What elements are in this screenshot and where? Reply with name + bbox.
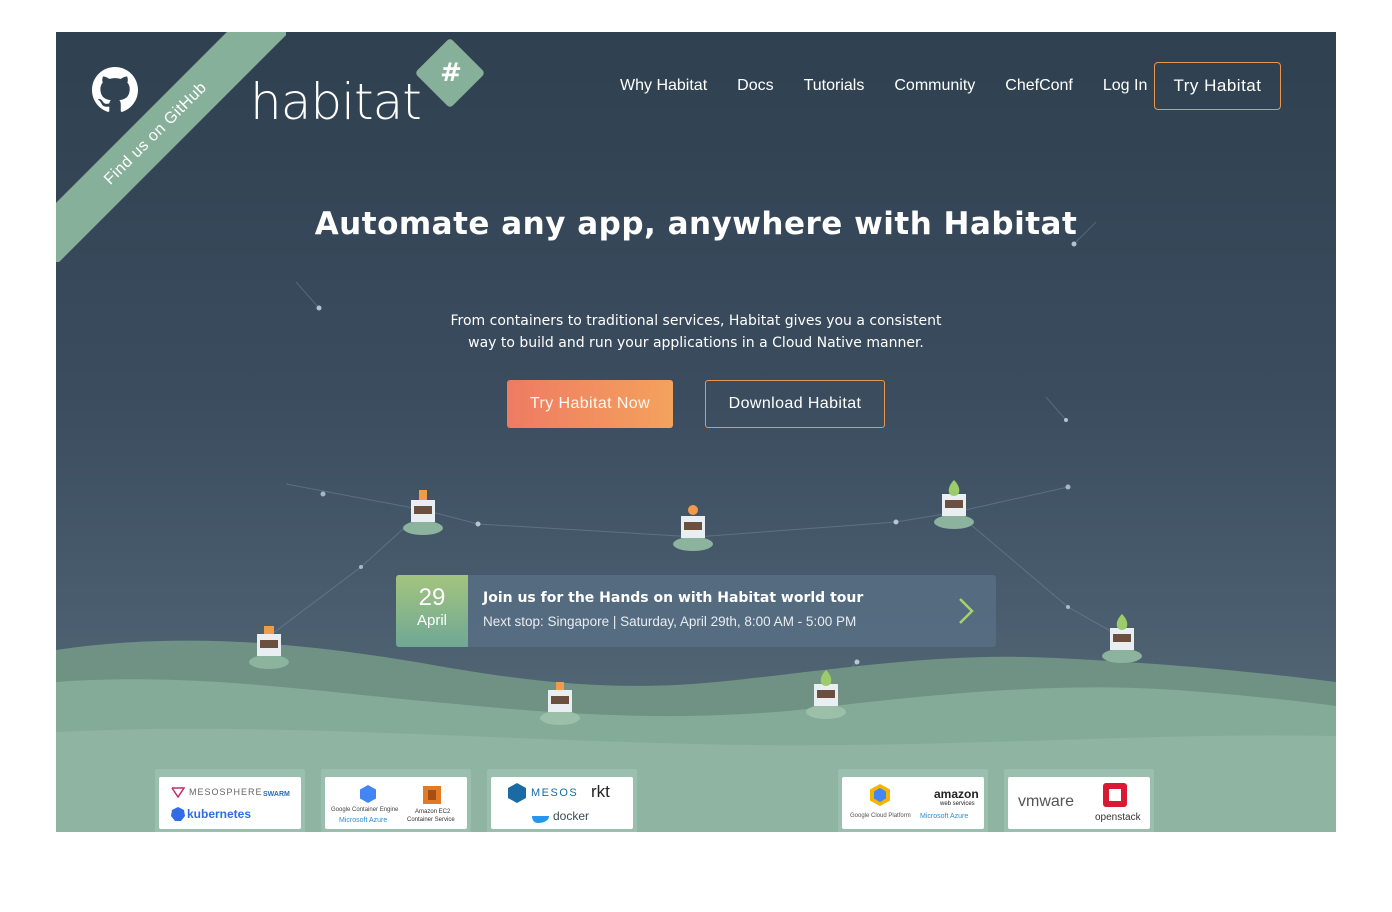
platform-card-body: MESOS rkt docker: [491, 777, 633, 829]
server-node-icon: [540, 682, 580, 725]
openstack-icon: [1103, 783, 1127, 807]
platform-card-gke-ec2: Google Container Engine Microsoft Azure …: [321, 769, 471, 832]
chevron-right-icon[interactable]: [956, 595, 976, 627]
platform-card-mesos-rkt-docker: MESOS rkt docker: [487, 769, 637, 832]
web-services-label: web services: [940, 801, 975, 807]
nav-tutorials[interactable]: Tutorials: [804, 77, 865, 95]
logo-hash-icon: #: [440, 58, 462, 88]
platform-card-body: MESOSPHERE kubernetes SWARM: [159, 777, 301, 829]
mesosphere-icon: [171, 787, 185, 798]
server-node-icon: [673, 505, 713, 551]
platform-card-body: Google Container Engine Microsoft Azure …: [325, 777, 467, 829]
vmware-label: vmware: [1018, 793, 1075, 810]
nav-log-in[interactable]: Log In: [1103, 77, 1147, 95]
mesosphere-logo: MESOSPHERE: [189, 787, 263, 797]
google-cloud-platform-icon: [870, 784, 890, 806]
habitat-logo[interactable]: # habitat: [250, 37, 490, 132]
server-node-icon: [249, 626, 289, 669]
event-banner[interactable]: 29 April Join us for the Hands on with H…: [396, 575, 996, 647]
try-habitat-now-button[interactable]: Try Habitat Now: [507, 380, 673, 428]
mesos-icon: [508, 783, 526, 803]
platform-card-body: vmware openstack: [1008, 777, 1150, 829]
server-node-icon: [403, 490, 443, 535]
try-habitat-nav-button[interactable]: Try Habitat: [1154, 62, 1281, 110]
platform-card-gcp-aws: Google Cloud Platform amazon web service…: [838, 769, 988, 832]
kubernetes-logo: kubernetes: [187, 807, 252, 821]
server-node-icon: [806, 670, 846, 719]
download-habitat-button[interactable]: Download Habitat: [705, 380, 885, 428]
microsoft-azure-label: Microsoft Azure: [920, 813, 969, 820]
google-cloud-platform-label: Google Cloud Platform: [850, 813, 911, 819]
platform-card-body: Google Cloud Platform amazon web service…: [842, 777, 984, 829]
event-day: 29: [418, 584, 446, 611]
openstack-label: openstack: [1095, 812, 1141, 823]
nav-docs[interactable]: Docs: [737, 77, 773, 95]
microsoft-azure-label: Microsoft Azure: [339, 817, 388, 824]
main-nav: Why Habitat Docs Tutorials Community Che…: [620, 62, 1177, 110]
nav-chefconf[interactable]: ChefConf: [1005, 77, 1073, 95]
amazon-ec2-icon: [423, 786, 441, 804]
server-node-icon: [934, 480, 974, 529]
rkt-label: rkt: [591, 782, 610, 801]
hero-headline: Automate any app, anywhere with Habitat: [314, 206, 1078, 242]
docker-label: docker: [553, 809, 590, 823]
container-service-label: Container Service: [407, 817, 455, 823]
platform-card-vmware-openstack: vmware openstack: [1004, 769, 1154, 832]
mesos-label: MESOS: [531, 787, 579, 799]
event-details: Next stop: Singapore | Saturday, April 2…: [483, 614, 857, 629]
event-title: Join us for the Hands on with Habitat wo…: [483, 590, 864, 606]
hero-section: Find us on GitHub # habitat Why Habitat …: [56, 32, 1336, 832]
google-container-engine-icon: [360, 785, 376, 803]
logo-text: habitat: [250, 73, 422, 131]
event-date-badge: 29 April: [396, 575, 468, 647]
server-node-icon: [1102, 614, 1142, 663]
github-icon[interactable]: [92, 67, 138, 113]
kubernetes-icon: [171, 807, 185, 821]
platform-card-mesosphere: MESOSPHERE kubernetes SWARM: [155, 769, 305, 832]
docker-icon: [532, 816, 549, 823]
google-container-engine-label: Google Container Engine: [331, 807, 399, 813]
nav-why-habitat[interactable]: Why Habitat: [620, 77, 707, 95]
event-month: April: [416, 612, 447, 629]
nav-community[interactable]: Community: [894, 77, 975, 95]
amazon-ec2-label: Amazon EC2: [415, 809, 451, 815]
docker-swarm-logo: SWARM: [263, 791, 290, 798]
amazon-label: amazon: [934, 787, 979, 801]
hero-subtext: From containers to traditional services,…: [450, 313, 942, 351]
